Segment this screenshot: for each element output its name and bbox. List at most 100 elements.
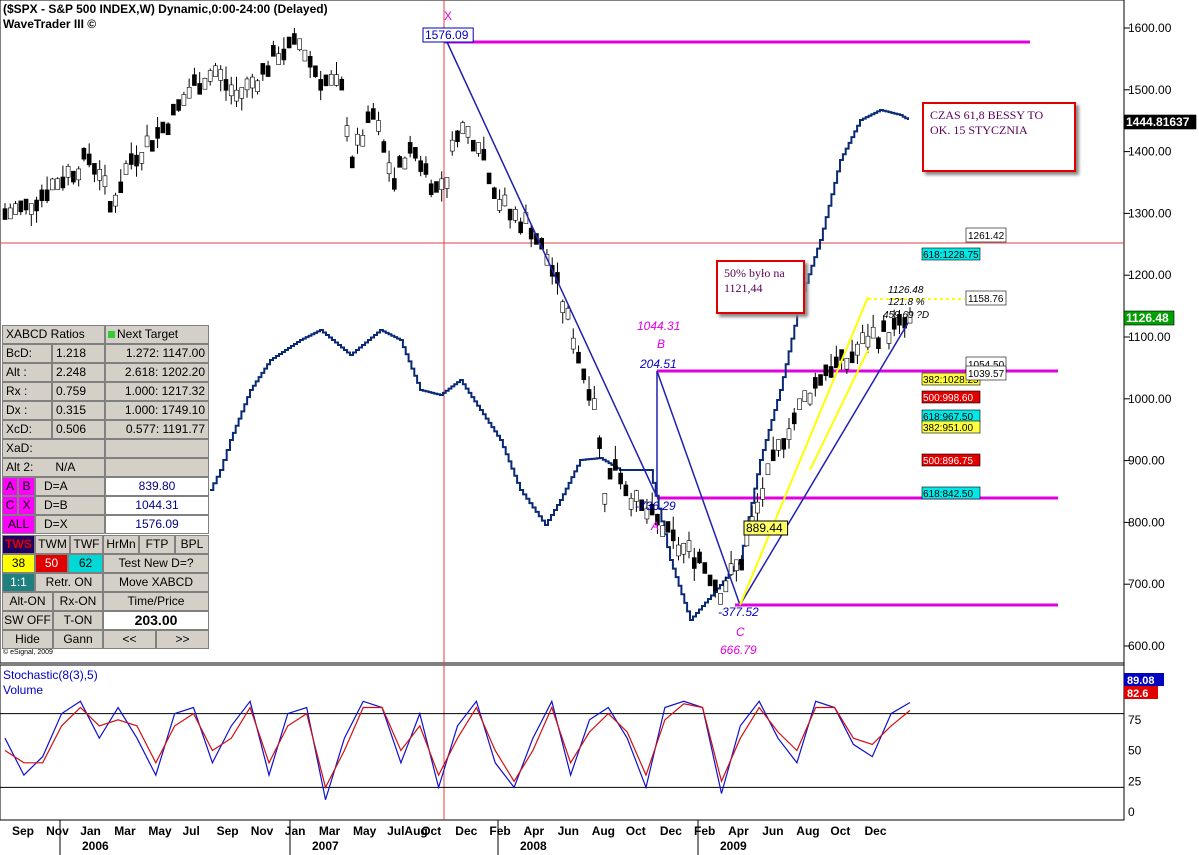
ratio-target: 1.000: 1749.10 xyxy=(105,401,209,420)
alt-on-button[interactable]: Alt-ON xyxy=(2,592,53,611)
price-bar-body xyxy=(407,142,413,154)
tab-twm[interactable]: TWM xyxy=(35,535,70,554)
price-bar-body xyxy=(855,343,860,356)
sw-off-button[interactable]: SW OFF xyxy=(2,611,53,630)
d-row-a-button[interactable]: A xyxy=(2,477,18,496)
price-bar-body xyxy=(670,529,676,542)
x-month-label: Oct xyxy=(421,824,441,838)
price-bar-body xyxy=(334,74,339,86)
price-bar-body xyxy=(676,544,681,557)
price-tick-label: 600.00 xyxy=(1128,639,1165,653)
price-bar-body xyxy=(849,351,855,364)
one-one-button[interactable]: 1:1 xyxy=(2,573,35,592)
pattern-label: 459.69 ?D xyxy=(883,310,929,321)
tab-row: TWS TWM TWF HrMn FTP BPL xyxy=(2,535,209,554)
d-row-all-button[interactable]: ALL xyxy=(2,515,35,534)
tab-hrmn[interactable]: HrMn xyxy=(103,535,139,554)
price-bar-body xyxy=(86,153,92,166)
price-bar-body xyxy=(607,467,613,480)
price-bar-body xyxy=(386,162,392,175)
price-bar-body xyxy=(344,125,350,137)
gann-button[interactable]: Gann xyxy=(53,630,103,649)
tab-twf[interactable]: TWF xyxy=(70,535,103,554)
price-bar-body xyxy=(150,140,155,152)
xad-label: XaD: xyxy=(2,439,105,458)
price-tick-label: 1300.00 xyxy=(1128,206,1172,220)
prev-button[interactable]: << xyxy=(103,630,156,649)
price-bar-body xyxy=(228,84,234,97)
ratio-label: XcD: xyxy=(2,420,52,439)
price-bar-body xyxy=(502,194,508,207)
alt2-value: N/A xyxy=(55,460,76,474)
price-bar-body xyxy=(239,87,245,99)
x-month-label: Mar xyxy=(319,824,341,838)
price-bar-body xyxy=(465,126,471,138)
d-row-a-button[interactable]: C xyxy=(2,496,18,515)
price-bar-body xyxy=(755,501,760,514)
d-row-eq: D=X xyxy=(35,515,105,534)
d-row-b-button[interactable]: X xyxy=(18,496,35,515)
price-bar-body xyxy=(760,488,765,500)
fib-38-button[interactable]: 38 xyxy=(2,554,35,573)
t-on-button[interactable]: T-ON xyxy=(53,611,103,630)
price-tick-label: 1600.00 xyxy=(1128,21,1172,35)
price-bar-body xyxy=(507,208,513,221)
price-bar-body xyxy=(323,74,329,87)
d-row-value: 839.80 xyxy=(105,477,209,496)
czas-note: CZAS 61,8 BESSY TO OK. 15 STYCZNIA xyxy=(922,102,1076,172)
rx-on-button[interactable]: Rx-ON xyxy=(53,592,103,611)
test-new-button[interactable]: Test New D=? xyxy=(103,554,209,573)
price-bar-body xyxy=(318,79,323,91)
price-bar-body xyxy=(876,337,881,349)
price-bar-body xyxy=(739,558,744,571)
price-bar-body xyxy=(513,209,518,221)
time-price-button[interactable]: Time/Price xyxy=(103,592,209,611)
price-bar-body xyxy=(681,543,687,555)
ratio-label: BcD: xyxy=(2,344,52,363)
fib-50-button[interactable]: 50 xyxy=(35,554,68,573)
price-bar-body xyxy=(371,108,376,120)
x-month-label: May xyxy=(353,824,377,838)
retr-on-button[interactable]: Retr. ON xyxy=(35,573,103,592)
next-button[interactable]: >> xyxy=(156,630,209,649)
tab-ftp[interactable]: FTP xyxy=(139,535,175,554)
price-bar-body xyxy=(65,166,71,178)
pattern-label: 1576.09 xyxy=(425,28,469,42)
x-year-label: 2008 xyxy=(520,839,547,853)
ratio-target: 2.618: 1202.20 xyxy=(105,363,209,382)
tab-tws[interactable]: TWS xyxy=(2,535,35,554)
price-bar-body xyxy=(734,559,739,571)
price-bar-body xyxy=(276,53,281,65)
time-price-value[interactable]: 203.00 xyxy=(103,611,209,630)
price-bar-body xyxy=(576,351,581,364)
fib-62-button[interactable]: 62 xyxy=(68,554,103,573)
price-bar-body xyxy=(428,183,434,195)
xabcd-pattern-line xyxy=(656,370,741,606)
stoch-tick-label: 0 xyxy=(1128,805,1135,819)
tab-bpl[interactable]: BPL xyxy=(175,535,209,554)
price-bar-body xyxy=(823,364,829,377)
ratio-value: 0.315 xyxy=(52,401,105,420)
panel-header: XABCD Ratios xyxy=(2,325,105,344)
price-bar-body xyxy=(713,579,718,592)
price-bar-body xyxy=(660,525,666,537)
ratio-row: BcD: 1.218 1.272: 1147.00 xyxy=(2,344,209,363)
price-bar-body xyxy=(328,74,334,86)
price-bar-body xyxy=(313,65,318,77)
price-tick-label: 700.00 xyxy=(1128,577,1165,591)
price-bar-body xyxy=(307,56,313,68)
price-bar-body xyxy=(381,141,387,153)
x-month-label: Jun xyxy=(558,824,579,838)
move-xabcd-button[interactable]: Move XABCD xyxy=(103,573,209,592)
d-row-b-button[interactable]: B xyxy=(18,477,35,496)
price-bar-body xyxy=(697,551,702,564)
x-month-label: Aug xyxy=(796,824,819,838)
price-bar-body xyxy=(434,181,439,193)
hide-button[interactable]: Hide xyxy=(2,630,53,649)
pattern-label: -377.52 xyxy=(718,605,759,619)
price-bar-body xyxy=(686,540,692,552)
d-row: C X D=B 1044.31 xyxy=(2,496,209,515)
ratio-value: 0.506 xyxy=(52,420,105,439)
ratio-row: XcD: 0.506 0.577: 1191.77 xyxy=(2,420,209,439)
price-bar-body xyxy=(171,103,176,116)
